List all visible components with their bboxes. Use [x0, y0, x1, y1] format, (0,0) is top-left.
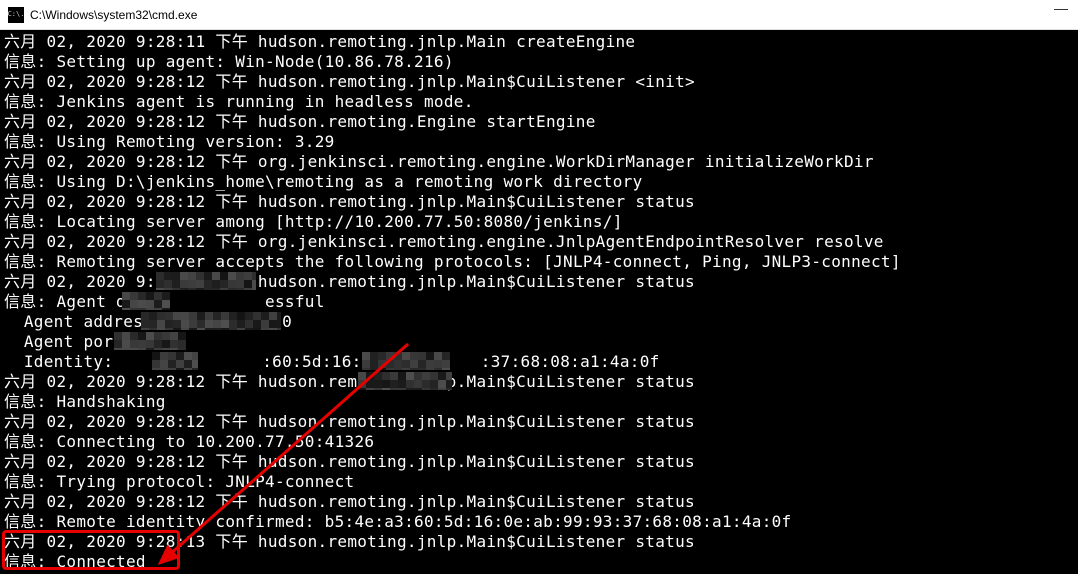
window-title: C:\Windows\system32\cmd.exe: [30, 8, 197, 22]
console-line: 六月 02, 2020 9:28:11 下午 hudson.remoting.j…: [4, 32, 1074, 52]
pixelation-overlay: [114, 332, 186, 350]
console-line: 六月 02, 2020 9:28:13 下午 hudson.remoting.j…: [4, 532, 1074, 552]
console-line: 信息: Using Remoting version: 3.29: [4, 132, 1074, 152]
console-line: 信息: Setting up agent: Win-Node(10.86.78.…: [4, 52, 1074, 72]
window-titlebar[interactable]: C:\. C:\Windows\system32\cmd.exe: [0, 0, 1078, 30]
console-line: 信息: Remoting server accepts the followin…: [4, 252, 1074, 272]
console-line: 信息: Jenkins agent is running in headless…: [4, 92, 1074, 112]
console-line: 六月 02, 2020 9:28:12 下午 hudson.rem lp.Mai…: [4, 372, 1074, 392]
pixelation-overlay: [156, 272, 256, 290]
console-line: 信息: Handshaking: [4, 392, 1074, 412]
pixelation-overlay: [362, 352, 450, 370]
console-line: 六月 02, 2020 9:28:12 下午 hudson.remoting.E…: [4, 112, 1074, 132]
console-line: 信息: Using D:\jenkins_home\remoting as a …: [4, 172, 1074, 192]
pixelation-overlay: [152, 352, 198, 370]
cmd-icon: C:\.: [8, 7, 24, 23]
console-line: 信息: Connecting to 10.200.77.50:41326: [4, 432, 1074, 452]
console-line: 信息: Remote identity confirmed: b5:4e:a3:…: [4, 512, 1074, 532]
console-line: 六月 02, 2020 9:28:12 下午 org.jenkinsci.rem…: [4, 232, 1074, 252]
console-line: 六月 02, 2020 9:28:12 下午 hudson.remoting.j…: [4, 452, 1074, 472]
console-line: 信息: Trying protocol: JNLP4-connect: [4, 472, 1074, 492]
minimize-icon[interactable]: [1054, 8, 1068, 10]
console-line: 六月 02, 2020 9:28:12 下午 hudson.remoting.j…: [4, 492, 1074, 512]
console-line: 六月 02, 2020 9:28:12 下午 hudson.remoting.j…: [4, 192, 1074, 212]
console-line: 六月 02, 2020 9:28:12 下午 org.jenkinsci.rem…: [4, 152, 1074, 172]
pixelation-overlay: [141, 312, 281, 330]
console-output[interactable]: 六月 02, 2020 9:28:11 下午 hudson.remoting.j…: [0, 30, 1078, 574]
console-line: 信息: Connected: [4, 552, 1074, 572]
console-line: 六月 02, 2020 9:28:12 下午 hudson.remoting.j…: [4, 72, 1074, 92]
pixelation-overlay: [358, 372, 452, 390]
pixelation-overlay: [122, 292, 170, 310]
console-line: 六月 02, 2020 9:28:12 下午 hudson.remoting.j…: [4, 412, 1074, 432]
console-line: 信息: Locating server among [http://10.200…: [4, 212, 1074, 232]
